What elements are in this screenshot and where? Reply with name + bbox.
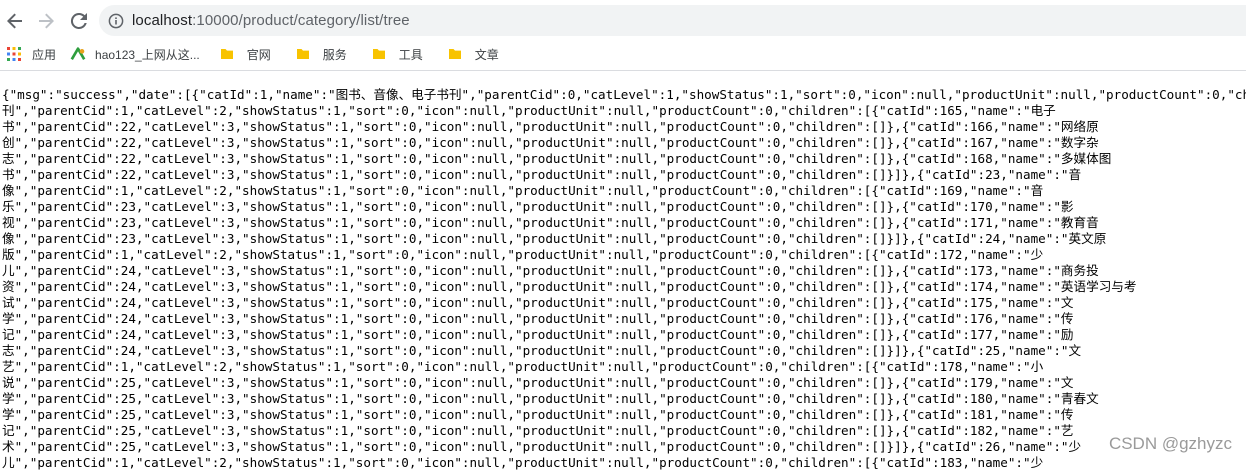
json-text-line: 版","parentCid":1,"catLevel":2,"showStatu… — [2, 247, 1044, 262]
json-text-line: 刊","parentCid":1,"catLevel":2,"showStatu… — [2, 103, 1056, 118]
forward-button[interactable] — [32, 7, 60, 35]
csdn-watermark: CSDN @gzhyzc — [1108, 434, 1232, 453]
bookmark-hao123[interactable]: hao123_上网从这... — [70, 43, 200, 65]
json-text-line: 艺","parentCid":1,"catLevel":2,"showStatu… — [2, 359, 1044, 374]
arrow-left-icon — [6, 12, 24, 30]
folder-icon — [295, 46, 311, 62]
bookmark-label: 服务 — [322, 47, 347, 62]
hao123-logo-icon — [70, 46, 86, 62]
bookmark-folder-guanwang[interactable]: 官网 — [219, 43, 271, 65]
json-text-line: 视","parentCid":23,"catLevel":3,"showStat… — [2, 215, 1099, 230]
json-text-line: 儿","parentCid":24,"catLevel":3,"showStat… — [2, 263, 1099, 278]
reload-icon — [70, 12, 88, 30]
json-text-line: 志","parentCid":22,"catLevel":3,"showStat… — [2, 151, 1112, 166]
json-text-line: 试","parentCid":24,"catLevel":3,"showStat… — [2, 295, 1074, 310]
arrow-right-icon — [37, 12, 55, 30]
bookmark-folder-wenzhang[interactable]: 文章 — [447, 43, 499, 65]
url-text: localhost:10000/product/category/list/tr… — [132, 12, 410, 29]
bookmarks-bar: 应用 hao123_上网从这... 官网 服务 工具 文章 — [0, 41, 1246, 67]
back-button[interactable] — [1, 7, 29, 35]
bookmark-label: 应用 — [32, 47, 57, 62]
url-path: :10000/product/category/list/tree — [192, 12, 410, 29]
json-text-line: 记","parentCid":24,"catLevel":3,"showStat… — [2, 327, 1074, 342]
json-text-line: 资","parentCid":24,"catLevel":3,"showStat… — [2, 279, 1137, 294]
bookmark-folder-fuwu[interactable]: 服务 — [295, 43, 347, 65]
json-text-line: 记","parentCid":25,"catLevel":3,"showStat… — [2, 423, 1074, 438]
json-text-line: 说","parentCid":25,"catLevel":3,"showStat… — [2, 375, 1074, 390]
bookmark-label: 工具 — [398, 47, 423, 62]
json-text-line: 学","parentCid":25,"catLevel":3,"showStat… — [2, 391, 1099, 406]
bookmark-folder-gongju[interactable]: 工具 — [371, 43, 423, 65]
json-text-line: 乐","parentCid":23,"catLevel":3,"showStat… — [2, 199, 1074, 214]
apps-grid-icon — [6, 46, 22, 62]
reload-button[interactable] — [65, 7, 93, 35]
json-text-line: 儿","parentCid":1,"catLevel":2,"showStatu… — [2, 455, 1044, 470]
info-icon[interactable] — [108, 13, 124, 29]
url-host: localhost — [132, 12, 193, 29]
json-text-line: 书","parentCid":22,"catLevel":3,"showStat… — [2, 167, 1082, 182]
folder-icon — [219, 46, 235, 62]
json-text-line: 像","parentCid":1,"catLevel":2,"showStatu… — [2, 183, 1044, 198]
folder-icon — [447, 46, 463, 62]
json-text-line: 术","parentCid":25,"catLevel":3,"showStat… — [2, 439, 1082, 454]
json-text-line: 像","parentCid":23,"catLevel":3,"showStat… — [2, 231, 1107, 246]
address-bar[interactable]: localhost:10000/product/category/list/tr… — [99, 5, 1246, 36]
folder-icon — [371, 46, 387, 62]
bookmark-label: hao123_上网从这... — [95, 47, 200, 62]
json-text-line: {"msg":"success","date":[{"catId":1,"nam… — [2, 87, 1246, 102]
bookmark-label: 官网 — [246, 47, 271, 62]
json-response-body: {"msg":"success","date":[{"catId":1,"nam… — [2, 87, 1246, 471]
json-text-line: 志","parentCid":24,"catLevel":3,"showStat… — [2, 343, 1082, 358]
json-text-line: 创","parentCid":22,"catLevel":3,"showStat… — [2, 135, 1099, 150]
bookmark-label: 文章 — [474, 47, 499, 62]
json-text-line: 书","parentCid":22,"catLevel":3,"showStat… — [2, 119, 1099, 134]
toolbar-divider — [0, 70, 1246, 71]
json-text-line: 学","parentCid":24,"catLevel":3,"showStat… — [2, 311, 1074, 326]
json-text-line: 学","parentCid":25,"catLevel":3,"showStat… — [2, 407, 1074, 422]
bookmark-apps[interactable]: 应用 — [6, 43, 56, 65]
